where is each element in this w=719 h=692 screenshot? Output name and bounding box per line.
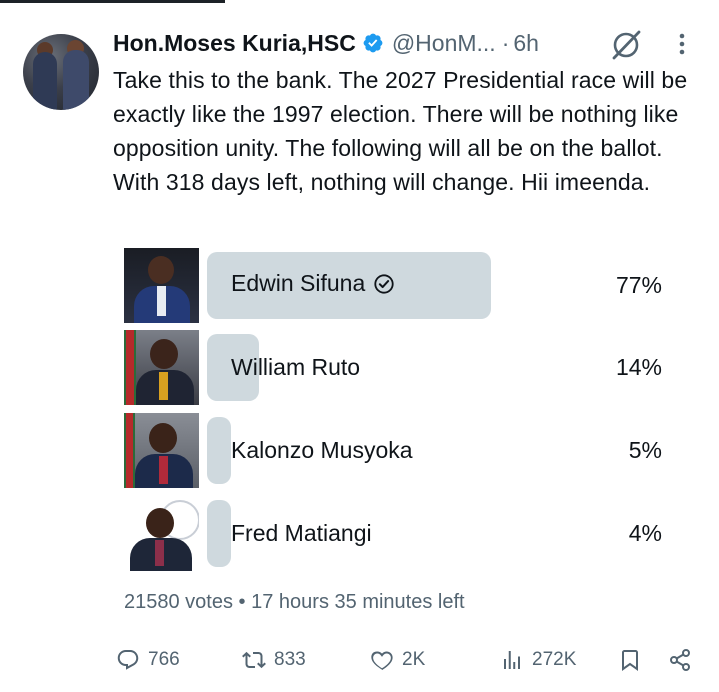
candidate-photo [124, 496, 199, 571]
candidate-photo [124, 330, 199, 405]
like-button[interactable]: 2K [370, 648, 425, 672]
author-avatar[interactable] [23, 34, 99, 110]
tweet-time[interactable]: 6h [513, 30, 539, 57]
candidate-photo [124, 413, 199, 488]
poll-percent: 77% [615, 272, 662, 298]
tweet-text: Take this to the bank. The 2027 Presiden… [113, 67, 688, 195]
header-separator: · [501, 29, 510, 56]
poll-bar [207, 500, 231, 567]
poll-percent: 4% [628, 520, 662, 546]
views-icon [504, 651, 520, 669]
poll-option[interactable]: Edwin Sifuna 77% [124, 248, 684, 323]
author-handle[interactable]: @HonM... [392, 30, 496, 57]
poll-option-label: Kalonzo Musyoka [231, 437, 413, 464]
share-icon [670, 649, 690, 671]
poll-option[interactable]: Kalonzo Musyoka 5% [124, 413, 684, 488]
share-button[interactable] [668, 648, 700, 672]
bookmark-icon [622, 650, 638, 671]
poll-votes: 21580 votes [124, 591, 233, 613]
views-button[interactable]: 272K [500, 648, 576, 672]
check-circle-icon [374, 273, 394, 294]
poll-option[interactable]: Fred Matiangi 4% [124, 496, 684, 571]
poll-time-left: 17 hours 35 minutes left [251, 591, 465, 613]
poll-bar [207, 417, 231, 484]
poll-option[interactable]: William Ruto 14% [124, 330, 684, 405]
poll-option-label: William Ruto [231, 354, 360, 381]
like-icon [371, 651, 393, 671]
poll-meta: 21580 votes • 17 hours 35 minutes left [124, 591, 465, 614]
author-name[interactable]: Hon.Moses Kuria,HSC [113, 30, 356, 57]
reply-button[interactable]: 766 [116, 648, 180, 672]
option-text: William Ruto [231, 354, 361, 380]
more-icon[interactable] [672, 32, 692, 56]
option-text: Edwin Sifuna [231, 270, 366, 296]
repost-count: 833 [274, 649, 306, 670]
like-count: 2K [402, 649, 426, 670]
reply-count: 766 [148, 649, 180, 670]
grok-icon[interactable] [610, 29, 642, 61]
option-text: Fred Matiangi [231, 520, 372, 546]
option-text: Kalonzo Musyoka [231, 437, 413, 463]
candidate-photo [124, 248, 199, 323]
reply-icon [117, 650, 139, 670]
repost-button[interactable]: 833 [242, 648, 306, 672]
top-divider [0, 0, 225, 3]
tweet-header: Hon.Moses Kuria,HSC @HonM... · 6h [113, 28, 539, 58]
poll-percent: 5% [628, 437, 662, 463]
poll-option-label: Fred Matiangi [231, 520, 372, 547]
verified-badge-icon [363, 33, 383, 53]
poll-option-label: Edwin Sifuna [231, 270, 395, 297]
poll-meta-separator: • [238, 591, 246, 613]
views-count: 272K [532, 649, 577, 670]
poll-percent: 14% [615, 354, 662, 380]
repost-icon [242, 651, 266, 669]
tweet-actions: 766 833 2K 272K [116, 648, 696, 678]
bookmark-button[interactable] [618, 648, 650, 672]
